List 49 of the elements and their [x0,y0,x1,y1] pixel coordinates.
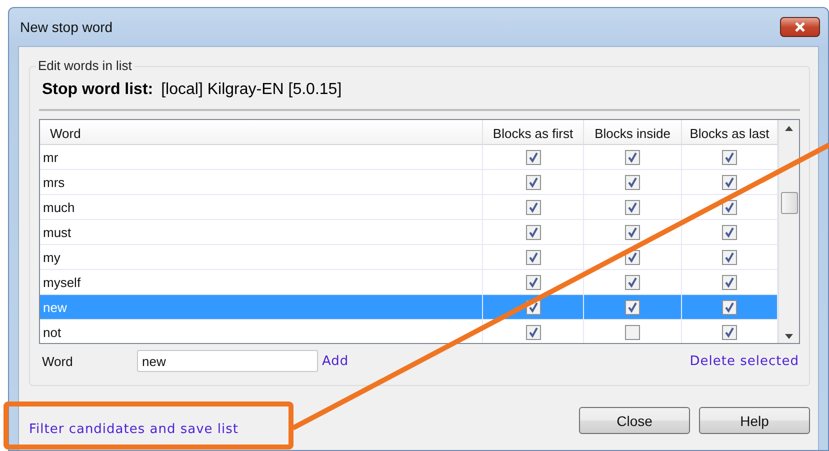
list-label: Stop word list: [42,81,154,99]
delete-selected-link[interactable]: Delete selected [690,354,799,368]
checkbox[interactable] [526,324,540,340]
checkbox[interactable] [722,174,737,190]
close-icon [794,22,806,32]
checkbox[interactable] [625,150,640,164]
word-cell[interactable]: must [40,220,483,245]
word-cell[interactable]: mr [40,145,483,170]
column-header[interactable]: Blocks as last [682,120,778,145]
checkbox[interactable] [625,200,640,214]
checkbox[interactable] [625,274,640,290]
add-link[interactable]: Add [322,354,349,368]
scroll-thumb[interactable] [780,192,798,214]
dialog-button[interactable]: Help [699,407,810,434]
checkbox[interactable] [526,250,540,264]
group-legend: Edit words in list [36,58,134,73]
checkbox[interactable] [722,250,737,264]
column-header[interactable]: Word [40,120,483,145]
checkbox[interactable] [625,300,640,314]
word-label: Word [42,354,74,368]
checkbox[interactable] [526,174,540,190]
checkbox[interactable] [722,200,737,214]
checkbox[interactable] [722,150,737,164]
checkbox[interactable] [625,324,640,340]
word-cell[interactable]: not [40,320,483,343]
checkbox[interactable] [526,200,540,214]
window-title: New stop word [20,19,114,35]
checkbox[interactable] [722,300,737,314]
list-name: [local] Kilgray-EN [5.0.15] [161,81,342,99]
checkbox[interactable] [625,174,640,190]
checkbox[interactable] [722,274,737,290]
column-header[interactable]: Blocks inside [584,120,682,145]
scroll-down-icon[interactable] [785,334,793,339]
word-cell[interactable]: mrs [40,170,483,195]
checkbox[interactable] [625,224,640,240]
checkbox[interactable] [722,324,737,340]
filter-save-link[interactable]: Filter candidates and save list [29,422,239,437]
checkbox[interactable] [722,224,737,240]
scrollbar[interactable] [778,120,799,343]
column-header[interactable]: Blocks as first [483,120,584,145]
close-button[interactable] [780,17,820,37]
word-cell[interactable]: much [40,195,483,220]
scroll-up-icon[interactable] [785,126,793,131]
checkbox[interactable] [526,274,540,290]
checkbox[interactable] [526,224,540,240]
word-cell[interactable]: my [40,245,483,270]
word-input[interactable]: new [137,350,318,372]
checkbox[interactable] [526,150,540,164]
dialog-button[interactable]: Close [579,407,690,434]
